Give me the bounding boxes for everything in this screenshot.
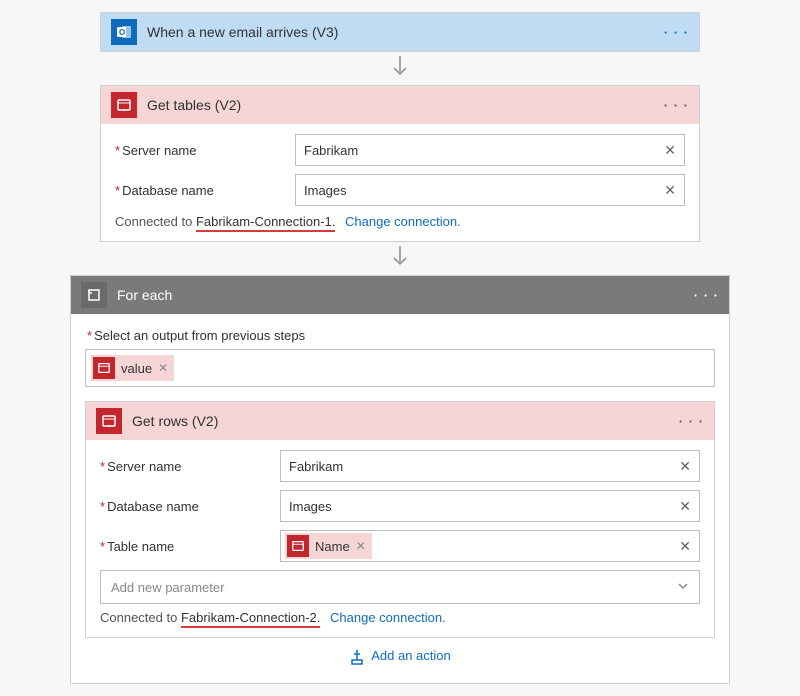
connection-info: Connected to Fabrikam-Connection-2. Chan… <box>100 610 700 625</box>
for-each-card[interactable]: For each · · · *Select an output from pr… <box>70 275 730 684</box>
sql-icon <box>287 535 309 557</box>
select-output-label: *Select an output from previous steps <box>87 328 715 343</box>
for-each-header[interactable]: For each · · · <box>71 276 729 314</box>
trigger-title: When a new email arrives (V3) <box>147 24 654 40</box>
server-name-row: *Server name Fabrikam ✕ <box>115 134 685 166</box>
svg-text:O: O <box>119 28 125 37</box>
remove-token-icon[interactable]: ✕ <box>158 361 168 375</box>
server-name-label: *Server name <box>100 459 270 474</box>
connection-info: Connected to Fabrikam-Connection-1. Chan… <box>115 214 685 229</box>
get-rows-card[interactable]: Get rows (V2) · · · *Server name Fabrika… <box>85 401 715 638</box>
database-name-label: *Database name <box>115 183 285 198</box>
name-token[interactable]: Name ✕ <box>285 533 372 559</box>
get-tables-body: *Server name Fabrikam ✕ *Database name I… <box>101 124 699 241</box>
get-rows-menu-button[interactable]: · · · <box>679 414 704 429</box>
connector-arrow <box>12 246 788 271</box>
table-name-row: *Table name Name ✕ ✕ <box>100 530 700 562</box>
server-name-input[interactable]: Fabrikam ✕ <box>295 134 685 166</box>
trigger-header[interactable]: O When a new email arrives (V3) · · · <box>101 13 699 51</box>
table-name-label: *Table name <box>100 539 270 554</box>
get-tables-header[interactable]: Get tables (V2) · · · <box>101 86 699 124</box>
change-connection-link[interactable]: Change connection. <box>345 214 461 229</box>
database-name-label: *Database name <box>100 499 270 514</box>
trigger-menu-button[interactable]: · · · <box>664 25 689 40</box>
database-name-input[interactable]: Images ✕ <box>280 490 700 522</box>
sql-icon <box>111 92 137 118</box>
add-parameter-dropdown[interactable]: Add new parameter <box>100 570 700 604</box>
connection-name: Fabrikam-Connection-1. <box>196 214 335 232</box>
select-output-input[interactable]: value ✕ <box>85 349 715 387</box>
get-tables-title: Get tables (V2) <box>147 97 654 113</box>
for-each-body: *Select an output from previous steps va… <box>71 314 729 683</box>
loop-icon <box>81 282 107 308</box>
clear-icon[interactable]: ✕ <box>664 182 676 199</box>
connection-name: Fabrikam-Connection-2. <box>181 610 320 628</box>
change-connection-link[interactable]: Change connection. <box>330 610 446 625</box>
get-rows-title: Get rows (V2) <box>132 413 669 429</box>
outlook-icon: O <box>111 19 137 45</box>
chevron-down-icon <box>677 580 689 595</box>
table-name-input[interactable]: Name ✕ ✕ <box>280 530 700 562</box>
get-tables-card[interactable]: Get tables (V2) · · · *Server name Fabri… <box>100 85 700 242</box>
clear-icon[interactable]: ✕ <box>679 538 691 555</box>
connector-arrow <box>12 56 788 81</box>
sql-icon <box>96 408 122 434</box>
remove-token-icon[interactable]: ✕ <box>356 539 366 553</box>
server-name-label: *Server name <box>115 143 285 158</box>
sql-icon <box>93 357 115 379</box>
get-rows-header[interactable]: Get rows (V2) · · · <box>86 402 714 440</box>
for-each-title: For each <box>117 287 684 303</box>
get-tables-menu-button[interactable]: · · · <box>664 98 689 113</box>
server-name-row: *Server name Fabrikam ✕ <box>100 450 700 482</box>
designer-canvas: O When a new email arrives (V3) · · · Ge… <box>12 12 788 684</box>
database-name-row: *Database name Images ✕ <box>115 174 685 206</box>
database-name-input[interactable]: Images ✕ <box>295 174 685 206</box>
get-rows-body: *Server name Fabrikam ✕ *Database name I… <box>86 440 714 637</box>
clear-icon[interactable]: ✕ <box>664 142 676 159</box>
trigger-card[interactable]: O When a new email arrives (V3) · · · <box>100 12 700 52</box>
value-token[interactable]: value ✕ <box>91 355 174 381</box>
add-action-button[interactable]: Add an action <box>85 638 715 671</box>
clear-icon[interactable]: ✕ <box>679 498 691 515</box>
clear-icon[interactable]: ✕ <box>679 458 691 475</box>
database-name-row: *Database name Images ✕ <box>100 490 700 522</box>
server-name-input[interactable]: Fabrikam ✕ <box>280 450 700 482</box>
for-each-menu-button[interactable]: · · · <box>694 288 719 303</box>
